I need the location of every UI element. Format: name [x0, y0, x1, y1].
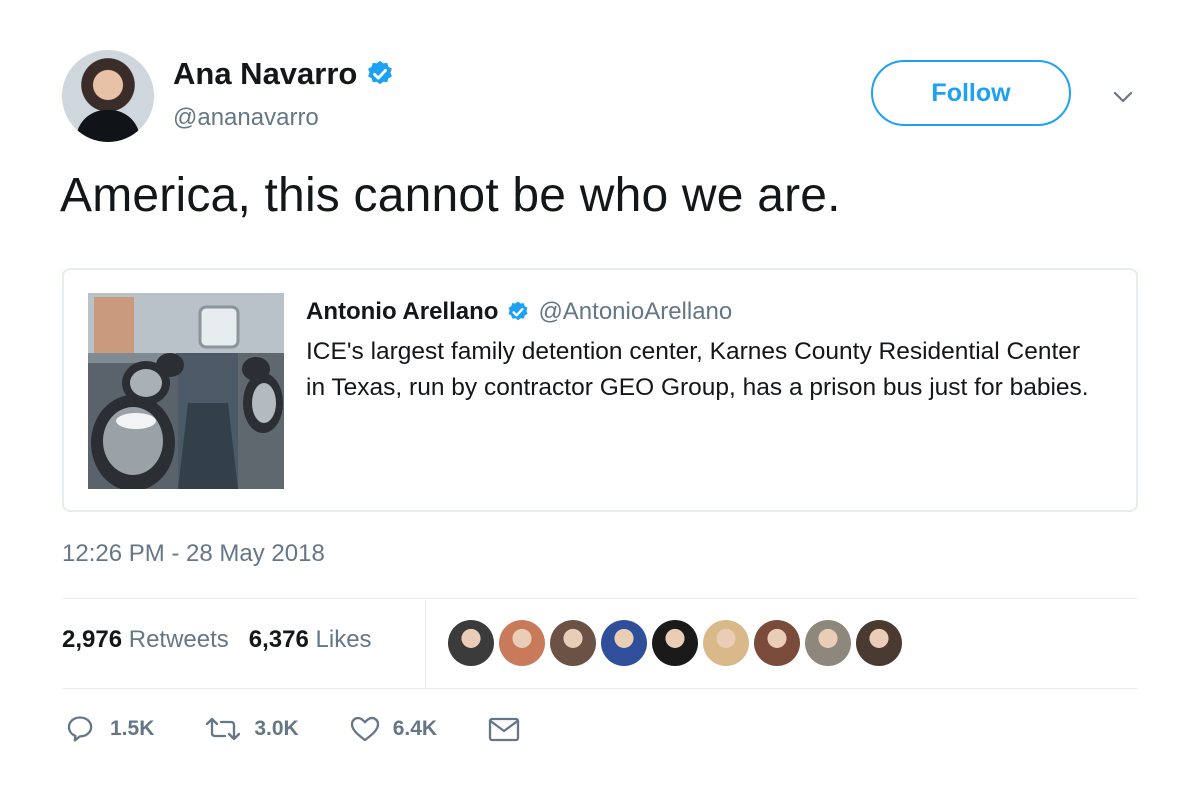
verified-badge-icon [508, 301, 528, 321]
reply-button[interactable]: 1.5K [66, 714, 154, 744]
bus-interior-photo-icon [88, 293, 284, 489]
likes-label: Likes [315, 626, 372, 653]
reply-count: 1.5K [110, 717, 155, 740]
quoted-tweet-card[interactable]: Antonio Arellano @AntonioArellano ICE's … [62, 268, 1138, 512]
quoted-tweet-image[interactable] [88, 293, 284, 489]
divider-top [62, 598, 1138, 599]
follow-button[interactable]: Follow [871, 60, 1071, 126]
tweet-actions: 1.5K 3.0K 6.4K [66, 714, 571, 744]
liker-avatar-4-icon[interactable] [601, 620, 647, 666]
reply-icon [67, 716, 93, 742]
liker-avatar-9-icon[interactable] [856, 620, 902, 666]
author-avatar[interactable] [62, 50, 154, 142]
liker-avatars [448, 620, 902, 666]
liker-avatar-1-icon[interactable] [448, 620, 494, 666]
retweets-stat[interactable]: 2,976 Retweets [62, 626, 229, 654]
tweet-text: America, this cannot be who we are. [60, 169, 841, 222]
quoted-author-name[interactable]: Antonio Arellano [306, 298, 498, 326]
direct-message-button[interactable] [487, 714, 521, 744]
tweet-timestamp[interactable]: 12:26 PM - 28 May 2018 [62, 540, 325, 568]
liker-avatar-7-icon[interactable] [754, 620, 800, 666]
verified-badge-icon [368, 60, 393, 85]
like-button[interactable]: 6.4K [349, 714, 437, 744]
author-name-row[interactable]: Ana Navarro [173, 56, 395, 92]
author-handle[interactable]: @ananavarro [173, 104, 319, 132]
retweets-count: 2,976 [62, 626, 123, 653]
retweet-icon [206, 717, 241, 741]
quoted-author-row[interactable]: Antonio Arellano @AntonioArellano [306, 298, 732, 326]
divider-bottom [62, 688, 1138, 689]
heart-icon [350, 716, 379, 742]
avatar-body-shape [76, 110, 140, 142]
retweet-button[interactable]: 3.0K [204, 714, 299, 744]
author-name[interactable]: Ana Navarro [173, 56, 357, 92]
liker-avatar-2-icon[interactable] [499, 620, 545, 666]
tweet-stats: 2,976 Retweets 6,376 Likes [62, 626, 372, 654]
envelope-icon [488, 717, 520, 742]
quoted-tweet-text: ICE's largest family detention center, K… [306, 338, 1089, 401]
liker-avatar-6-icon[interactable] [703, 620, 749, 666]
liker-avatar-3-icon[interactable] [550, 620, 596, 666]
retweets-label: Retweets [128, 626, 229, 653]
likes-count: 6,376 [248, 626, 309, 653]
likes-stat[interactable]: 6,376 Likes [249, 626, 372, 654]
retweet-count: 3.0K [254, 717, 299, 740]
quoted-author-handle[interactable]: @AntonioArellano [538, 298, 732, 326]
liker-avatar-8-icon[interactable] [805, 620, 851, 666]
like-count: 6.4K [392, 717, 438, 740]
stats-vertical-divider [425, 600, 426, 688]
liker-avatar-5-icon[interactable] [652, 620, 698, 666]
chevron-down-icon[interactable] [1108, 82, 1138, 112]
